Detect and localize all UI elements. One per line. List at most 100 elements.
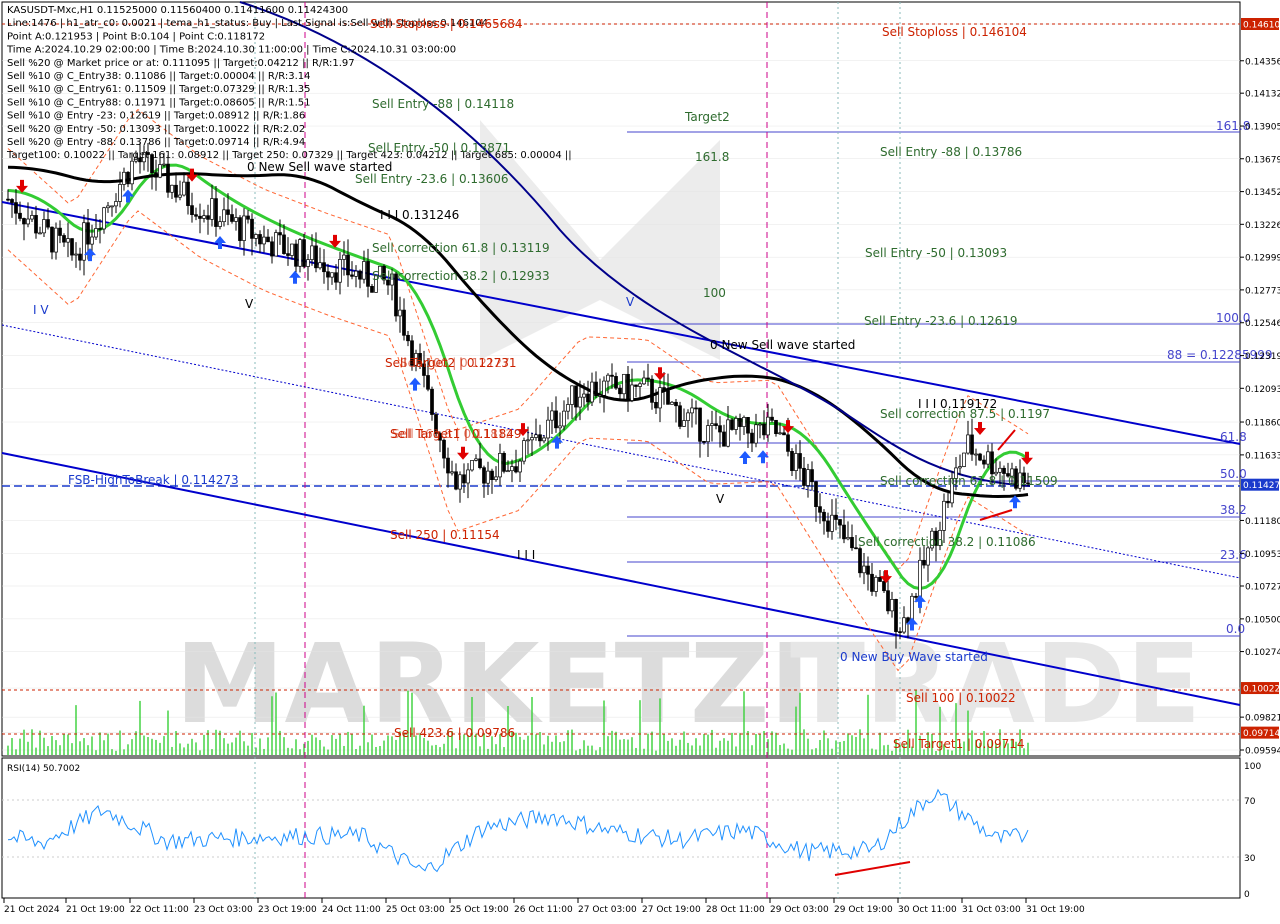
- candle-body-56: [230, 214, 234, 222]
- candle-body-49: [202, 215, 206, 219]
- time-axis-label-15: 31 Oct 03:00: [962, 905, 1021, 915]
- candle-body-145: [586, 393, 590, 403]
- price-axis-label-10: 0.12319: [1245, 352, 1280, 362]
- buy-arrow-icon-5: [289, 270, 301, 284]
- sell-161-left-label: Sell 161.8 | 0.11812: [392, 427, 513, 441]
- candle-body-113: [458, 474, 462, 490]
- candle-body-183: [738, 418, 742, 427]
- time-axis-label-3: 23 Oct 03:00: [194, 905, 253, 915]
- candle-body-81: [330, 272, 334, 278]
- candle-body-30: [126, 171, 130, 185]
- candle-body-45: [186, 181, 190, 206]
- time-axis-label-0: 21 Oct 2024: [4, 905, 60, 915]
- price-axis-label-14: 0.11427: [1243, 481, 1280, 491]
- candle-body-148: [598, 394, 602, 397]
- candle-body-13: [58, 227, 62, 236]
- candle-body-192: [774, 419, 778, 435]
- price-axis-label-16: 0.10953: [1245, 550, 1280, 560]
- candle-body-211: [850, 537, 854, 549]
- buy-arrow-icon-7: [409, 377, 421, 391]
- info-line-entry61: Sell %10 @ C_Entry61: 0.11509 || Target:…: [7, 84, 310, 95]
- candle-body-210: [846, 537, 850, 540]
- candle-body-5: [26, 218, 30, 225]
- candle-body-109: [442, 439, 446, 459]
- rsi-label: RSI(14) 50.7002: [7, 764, 80, 774]
- sell-arrow-icon-8: [457, 446, 469, 460]
- time-axis-label-1: 21 Oct 19:00: [66, 905, 125, 915]
- candle-body-116: [470, 460, 474, 471]
- price-axis-label-2: 0.14132: [1245, 90, 1280, 100]
- candle-body-238: [958, 466, 962, 469]
- candle-body-240: [966, 434, 970, 454]
- candle-body-245: [986, 451, 990, 465]
- candle-body-133: [538, 434, 542, 442]
- price-axis-label-1: 0.14356: [1245, 57, 1280, 67]
- candle-body-188: [758, 423, 762, 426]
- candle-body-105: [426, 375, 430, 390]
- sell-corr-875-label: Sell correction 87.5 | 0.1197: [880, 407, 1050, 421]
- candle-body-41: [170, 184, 174, 193]
- sell-100-right-label: Sell 100 | 0.10022: [906, 691, 1016, 705]
- candle-body-100: [406, 334, 410, 342]
- candle-body-124: [502, 452, 506, 472]
- candle-body-76: [310, 245, 314, 260]
- candle-body-85: [346, 254, 350, 276]
- trading-chart[interactable]: MARKETZI TRADE RSI(14) 50.7002 100 70 30…: [0, 0, 1280, 920]
- candle-body-219: [882, 581, 886, 592]
- candle-body-184: [742, 417, 746, 427]
- time-axis-label-8: 26 Oct 11:00: [514, 905, 573, 915]
- price-axis-label-9: 0.12546: [1245, 319, 1280, 329]
- candle-body-199: [802, 467, 806, 486]
- candle-body-12: [54, 227, 58, 253]
- candle-body-189: [762, 423, 766, 436]
- candle-body-151: [610, 374, 614, 377]
- info-line-entry38: Sell %10 @ C_Entry38: 0.11086 || Target:…: [7, 71, 310, 82]
- candle-body-221: [890, 599, 894, 612]
- candle-body-68: [278, 232, 282, 236]
- candle-body-2: [14, 202, 18, 214]
- candle-body-25: [106, 205, 110, 209]
- candle-body-123: [498, 452, 502, 478]
- info-line-entry-88: Sell %20 @ Entry -88: 0.13786 || Target:…: [7, 137, 305, 148]
- chart-canvas[interactable]: MARKETZI TRADE RSI(14) 50.7002 100 70 30…: [0, 0, 1280, 920]
- candle-body-155: [626, 373, 630, 401]
- buy-arrow-icon-4: [214, 235, 226, 249]
- time-axis-label-7: 25 Oct 19:00: [450, 905, 509, 915]
- candle-body-128: [518, 460, 522, 473]
- candle-body-187: [754, 424, 758, 444]
- time-axis: 21 Oct 2024 21 Oct 19:00 22 Oct 11:00 23 Oc…: [3, 898, 1085, 915]
- candle-body-203: [818, 506, 822, 513]
- candle-body-1: [10, 199, 14, 203]
- time-axis-label-5: 24 Oct 11:00: [322, 905, 381, 915]
- candle-body-51: [210, 198, 214, 220]
- candle-body-24: [102, 207, 106, 230]
- rsi-layer: [2, 788, 1240, 876]
- fib-100-mid-label: 100: [703, 286, 726, 300]
- candle-body-201: [810, 469, 814, 483]
- candle-body-207: [834, 514, 838, 520]
- candle-body-185: [746, 417, 750, 434]
- time-axis-label-4: 23 Oct 19:00: [258, 905, 317, 915]
- rsi-tick-0: 0: [1244, 890, 1250, 900]
- candle-body-44: [182, 181, 186, 196]
- candle-body-195: [786, 434, 790, 452]
- candle-body-126: [510, 466, 514, 472]
- price-divergence-line: [997, 429, 1016, 451]
- candle-body-132: [534, 434, 538, 438]
- price-axis-label-6: 0.13226: [1245, 221, 1280, 231]
- candle-body-174: [702, 440, 706, 443]
- candle-body-222: [894, 599, 898, 632]
- info-line-symbol: KASUSDT-Mxc,H1 0.11525000 0.11560400 0.1…: [7, 5, 348, 16]
- candle-body-114: [462, 474, 466, 484]
- candle-body-200: [806, 469, 810, 486]
- candle-body-176: [710, 423, 714, 426]
- candle-body-127: [514, 466, 518, 473]
- candle-body-220: [886, 590, 890, 612]
- target2-label: Target2: [684, 110, 730, 124]
- candle-body-55: [226, 209, 230, 215]
- candle-body-208: [838, 519, 842, 526]
- time-axis-label-14: 30 Oct 11:00: [898, 905, 957, 915]
- candle-body-84: [342, 254, 346, 260]
- info-line-entry-50: Sell %20 @ Entry -50: 0.13093 || Target:…: [7, 124, 305, 135]
- candle-body-162: [654, 402, 658, 409]
